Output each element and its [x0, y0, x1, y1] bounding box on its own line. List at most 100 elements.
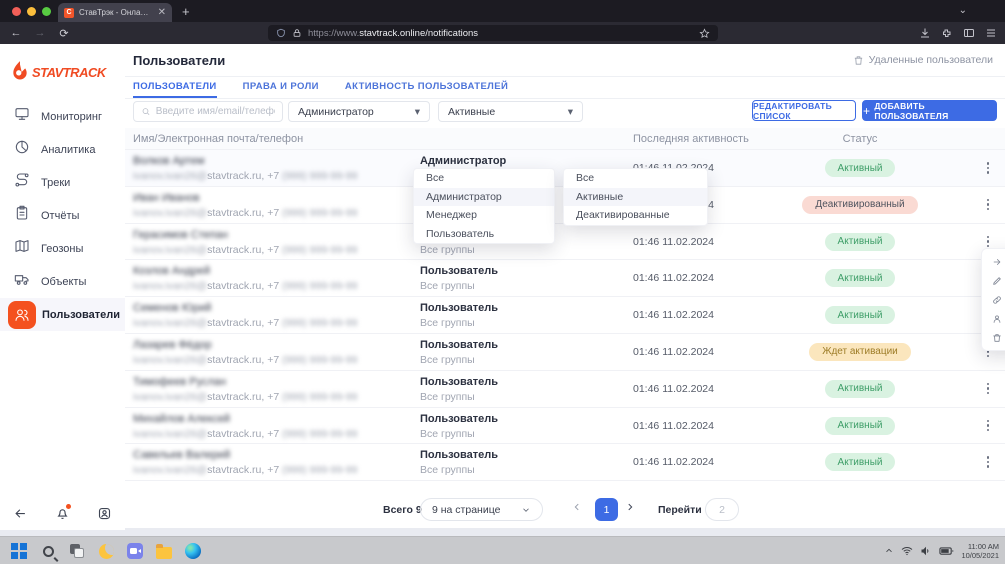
dropdown-option[interactable]: Все: [564, 169, 707, 188]
total-count: Всего 9: [383, 504, 422, 516]
context-menu-item[interactable]: Редактировать: [982, 271, 1005, 290]
sidebar-item-отчёты[interactable]: Отчёты: [0, 199, 125, 232]
forward-icon[interactable]: →: [32, 27, 48, 39]
browser-titlebar: С СтавТрэк - Онлайн мониторин ✕ + ⌄: [0, 0, 1005, 22]
night-mode-moon-icon[interactable]: [97, 542, 115, 560]
dropdown-option[interactable]: Пользователь: [414, 225, 554, 244]
main-panel: Пользователи Удаленные пользователи ПОЛЬ…: [125, 44, 1005, 528]
user-phone: (999) 999-99-99: [279, 428, 357, 440]
user-group: Все группы: [420, 244, 498, 256]
row-menu-dots[interactable]: [981, 420, 995, 434]
edge-browser-icon[interactable]: [184, 542, 202, 560]
row-menu-dots[interactable]: [981, 162, 995, 176]
user-role: Пользователь: [420, 265, 498, 277]
tab-close-icon[interactable]: ✕: [158, 8, 166, 18]
search-box[interactable]: [133, 101, 283, 122]
add-user-button[interactable]: + ДОБАВИТЬ ПОЛЬЗОВАТЕЛЯ: [862, 100, 997, 121]
user-name: Михайлов Алексей: [133, 413, 230, 425]
tab-active[interactable]: ПОЛЬЗОВАТЕЛИ: [133, 77, 217, 98]
dropdown-option[interactable]: Менеджер: [414, 206, 554, 225]
extensions-icon[interactable]: [941, 27, 953, 39]
chevron-down-icon: ▾: [568, 106, 573, 118]
tab-inactive[interactable]: ПРАВА И РОЛИ: [243, 77, 319, 98]
last-activity: 01:46 11.02.2024: [633, 383, 714, 395]
deleted-users-link[interactable]: Удаленные пользователи: [853, 54, 993, 66]
search-input[interactable]: [156, 106, 275, 117]
clock[interactable]: 11:00 AM 10/05/2021: [961, 542, 999, 560]
dropdown-option[interactable]: Активные: [564, 188, 707, 207]
next-page-chevron[interactable]: [625, 502, 635, 515]
context-menu-item[interactable]: Скопировать ссылку для входа: [982, 290, 1005, 309]
prev-page-chevron[interactable]: [572, 502, 582, 515]
edit-list-button[interactable]: РЕДАКТИРОВАТЬ СПИСОК: [752, 100, 856, 121]
user-name: Савельев Валерий: [133, 449, 230, 461]
tab-list-chevron-icon[interactable]: ⌄: [959, 5, 967, 16]
user-role-cell: ПользовательВсе группы: [420, 339, 498, 366]
profile-icon[interactable]: [97, 506, 112, 526]
collapse-back-icon[interactable]: [13, 506, 28, 526]
user-role: Администратор: [420, 155, 506, 167]
dropdown-option[interactable]: Все: [414, 169, 554, 188]
browser-tab[interactable]: С СтавТрэк - Онлайн мониторин ✕: [58, 3, 172, 22]
user-phone: (999) 999-99-99: [279, 317, 357, 329]
dropdown-option[interactable]: Администратор: [414, 188, 554, 207]
downloads-icon[interactable]: [919, 27, 931, 39]
window-maximize-button[interactable]: [42, 7, 51, 16]
sidebar-panel-icon[interactable]: [963, 27, 975, 39]
role-select[interactable]: Администратор ▾: [288, 101, 430, 122]
reload-icon[interactable]: ⟳: [56, 27, 72, 40]
wifi-icon[interactable]: [901, 545, 913, 557]
new-tab-button[interactable]: +: [182, 5, 190, 19]
url-bar[interactable]: https://www.stavtrack.online/notificatio…: [268, 25, 718, 41]
page-title: Пользователи: [133, 53, 225, 68]
sidebar-item-объекты[interactable]: Объекты: [0, 265, 125, 298]
battery-icon[interactable]: [939, 545, 954, 557]
taskbar-search-icon[interactable]: [39, 542, 57, 560]
search-icon: [141, 106, 151, 117]
volume-icon[interactable]: [920, 545, 932, 557]
geozones-icon: [14, 238, 30, 259]
user-name-cell: Козлов Андрейivanov.ivan26@stavtrack.ru,…: [133, 265, 357, 292]
sidebar-item-пользователи[interactable]: Пользователи: [0, 298, 125, 331]
sidebar-item-аналитика[interactable]: Аналитика: [0, 133, 125, 166]
file-explorer-icon[interactable]: [155, 542, 173, 560]
notifications-bell-icon[interactable]: [55, 506, 70, 526]
row-menu-dots[interactable]: [981, 456, 995, 470]
back-icon[interactable]: ←: [8, 27, 24, 39]
last-activity: 01:46 11.02.2024: [633, 309, 714, 321]
plus-icon: +: [863, 105, 870, 117]
row-menu-dots[interactable]: [981, 383, 995, 397]
task-view-icon[interactable]: [68, 542, 86, 560]
edit-icon: [992, 276, 1002, 286]
per-page-select[interactable]: 9 на странице: [420, 498, 543, 521]
row-menu-dots[interactable]: [981, 199, 995, 213]
tab-inactive[interactable]: АКТИВНОСТЬ ПОЛЬЗОВАТЕЛЕЙ: [345, 77, 508, 98]
tracks-icon: [14, 172, 30, 193]
bookmark-star-icon[interactable]: [699, 28, 710, 39]
window-close-button[interactable]: [12, 7, 21, 16]
objects-icon: [14, 271, 30, 292]
user-name-cell: Волков Артемivanov.ivan26@stavtrack.ru, …: [133, 155, 357, 182]
sidebar-item-треки[interactable]: Треки: [0, 166, 125, 199]
user-phone: (999) 999-99-99: [279, 464, 357, 476]
monitoring-icon: [14, 106, 30, 127]
sidebar-item-геозоны[interactable]: Геозоны: [0, 232, 125, 265]
dropdown-option[interactable]: Деактивированные: [564, 206, 707, 225]
goto-page-input[interactable]: 2: [705, 498, 739, 521]
window-minimize-button[interactable]: [27, 7, 36, 16]
tray-chevron-up-icon[interactable]: [884, 546, 894, 556]
context-menu-item[interactable]: Удалить пользователя: [982, 328, 1005, 347]
context-menu-item[interactable]: Войти как пользователь: [982, 252, 1005, 271]
user-role-cell: ПользовательВсе группы: [420, 413, 498, 440]
chevron-down-icon: ▾: [415, 106, 420, 118]
status-select[interactable]: Активные ▾: [438, 101, 583, 122]
user-role-cell: ПользовательВсе группы: [420, 302, 498, 329]
context-menu-item[interactable]: Деактивировать: [982, 309, 1005, 328]
chat-app-icon[interactable]: [126, 542, 144, 560]
sidebar-item-мониторинг[interactable]: Мониторинг: [0, 100, 125, 133]
current-page-button[interactable]: 1: [595, 498, 618, 521]
user-name: Иван Иванов: [133, 192, 200, 204]
menu-hamburger-icon[interactable]: [985, 27, 997, 39]
shield-icon[interactable]: [276, 28, 286, 38]
start-button[interactable]: [10, 542, 28, 560]
